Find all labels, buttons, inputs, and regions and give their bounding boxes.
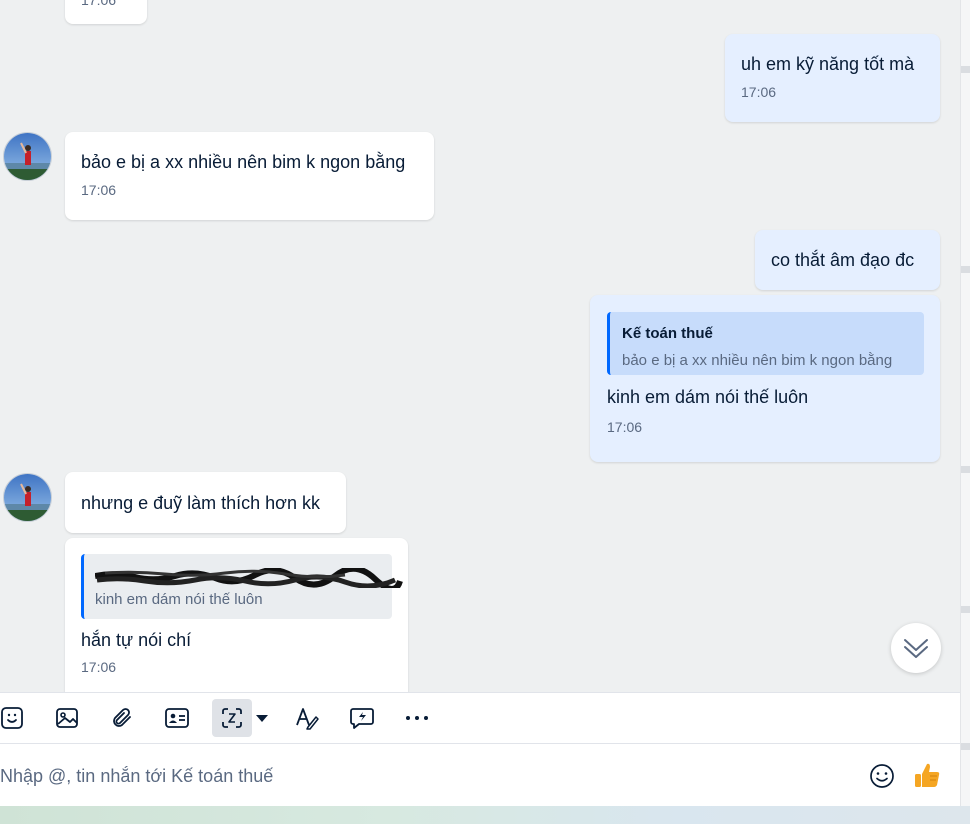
- message-text: co thắt âm đạo đc: [771, 250, 915, 270]
- image-button[interactable]: [47, 699, 87, 737]
- scrollbar-marker: [961, 66, 970, 73]
- quick-message-icon: [350, 708, 374, 729]
- more-icon: [406, 716, 428, 720]
- image-icon: [56, 708, 78, 728]
- quoted-message-text: kinh em dám nói thế luôn: [95, 591, 263, 608]
- os-taskbar: [0, 806, 970, 824]
- quoted-message[interactable]: Kế toán thuế bảo e bị a xx nhiều nên bim…: [607, 312, 924, 375]
- scrollbar-marker: [961, 466, 970, 473]
- attachment-icon: [113, 708, 131, 727]
- quoted-message-author: Kế toán thuế: [622, 325, 713, 342]
- emoji-button[interactable]: [869, 763, 895, 789]
- message-bubble-incoming[interactable]: nhưng e đuỹ làm thích hơn kk: [65, 472, 346, 533]
- dropdown-arrow-icon: [256, 715, 268, 722]
- message-text: hắn tự nói chí: [81, 630, 192, 650]
- message-time: 17:06: [741, 84, 777, 100]
- emoji-icon: [870, 764, 894, 788]
- scrollbar-marker: [961, 743, 970, 750]
- sticker-button[interactable]: [0, 699, 32, 737]
- avatar[interactable]: [3, 473, 52, 522]
- screenshot-button[interactable]: [212, 699, 252, 737]
- message-bubble-outgoing[interactable]: co thắt âm đạo đc: [755, 230, 940, 290]
- scrollbar-marker: [961, 606, 970, 613]
- message-text: nhưng e đuỹ làm thích hơn kk: [81, 493, 320, 513]
- contact-card-icon: [165, 708, 189, 728]
- scrollbar[interactable]: [960, 0, 970, 806]
- message-bubble-incoming[interactable]: 17:06: [65, 0, 147, 24]
- quoted-message[interactable]: kinh em dám nói thế luôn: [81, 554, 403, 619]
- message-input[interactable]: [0, 764, 840, 788]
- like-button[interactable]: [913, 761, 941, 789]
- quick-message-button[interactable]: [342, 699, 382, 737]
- scrollbar-marker: [961, 266, 970, 273]
- message-time: 17:06: [81, 659, 117, 675]
- quoted-message-text: bảo e bị a xx nhiều nên bim k ngon bằng: [622, 352, 893, 369]
- message-composer: [0, 744, 960, 806]
- chat-messages-area[interactable]: 17:06 uh em kỹ năng tốt mà 17:06 bảo e b…: [0, 0, 960, 692]
- message-bubble-outgoing-reply[interactable]: Kế toán thuế bảo e bị a xx nhiều nên bim…: [590, 295, 940, 462]
- message-text: bảo e bị a xx nhiều nên bim k ngon bằng: [81, 152, 406, 172]
- attachment-button[interactable]: [102, 699, 142, 737]
- text-format-icon: [296, 708, 319, 730]
- screenshot-options-dropdown[interactable]: [252, 699, 272, 737]
- message-bubble-outgoing[interactable]: uh em kỹ năng tốt mà 17:06: [725, 34, 940, 122]
- screenshot-icon: [222, 708, 242, 728]
- message-time: 17:06: [81, 0, 117, 8]
- sticker-icon: [1, 707, 23, 729]
- message-time: 17:06: [607, 419, 643, 435]
- thumbs-up-icon: [915, 763, 940, 787]
- message-bubble-incoming[interactable]: bảo e bị a xx nhiều nên bim k ngon bằng …: [65, 132, 434, 220]
- message-bubble-incoming-reply[interactable]: kinh em dám nói thế luôn hắn tự nói chí …: [65, 538, 408, 692]
- contact-card-button[interactable]: [157, 699, 197, 737]
- redacted-scribble-icon: [95, 568, 403, 588]
- more-options-button[interactable]: [397, 699, 437, 737]
- avatar[interactable]: [3, 132, 52, 181]
- double-chevron-down-icon: [904, 639, 928, 658]
- message-text: uh em kỹ năng tốt mà: [741, 54, 915, 74]
- avatar-photo-icon: [4, 474, 51, 521]
- composer-toolbar: [0, 692, 960, 744]
- message-text: kinh em dám nói thế luôn: [607, 387, 809, 407]
- scroll-to-bottom-button[interactable]: [891, 623, 941, 673]
- avatar-photo-icon: [4, 133, 51, 180]
- message-time: 17:06: [81, 182, 117, 198]
- text-format-button[interactable]: [287, 699, 327, 737]
